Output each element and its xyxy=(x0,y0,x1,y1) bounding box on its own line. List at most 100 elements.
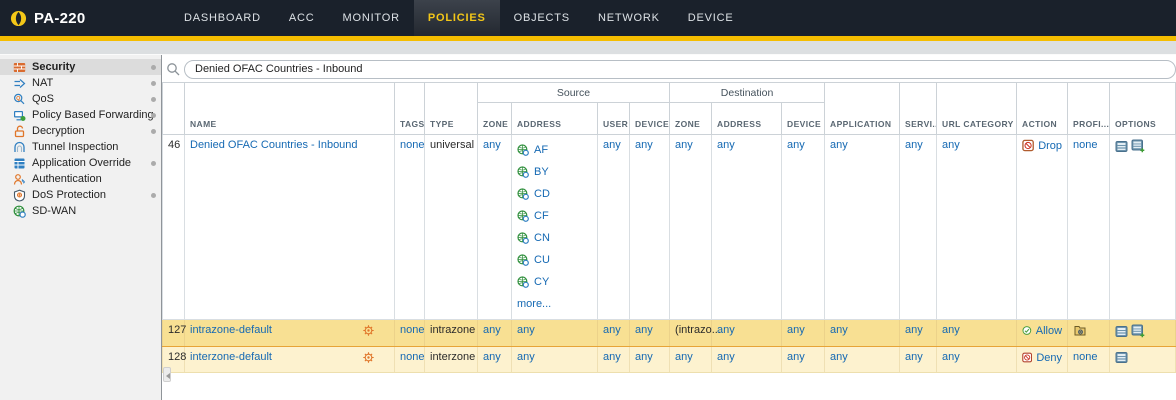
sidebar-item-authentication[interactable]: Authentication xyxy=(0,171,161,187)
top-navbar: PA-220 DASHBOARD ACC MONITOR POLICIES OB… xyxy=(0,0,1176,36)
col-header-tags[interactable]: TAGS xyxy=(395,83,425,135)
url-category-value[interactable]: any xyxy=(942,324,960,336)
nav-tab-objects[interactable]: OBJECTS xyxy=(500,0,584,36)
rule-search-input[interactable] xyxy=(184,60,1176,79)
sidebar-item-dos-protection[interactable]: DoS Protection xyxy=(0,187,161,203)
col-header-source-address[interactable]: ADDRESS xyxy=(512,103,598,135)
log-icon[interactable] xyxy=(1115,325,1128,338)
col-header-profile[interactable]: PROFI... xyxy=(1068,83,1110,135)
log-forward-icon[interactable] xyxy=(1131,324,1145,338)
table-row-rule-46: 46 Denied OFAC Countries - Inbound none … xyxy=(163,135,1176,320)
source-zone-value[interactable]: any xyxy=(483,324,501,336)
sidebar-item-tunnel-inspection[interactable]: Tunnel Inspection xyxy=(0,139,161,155)
log-icon[interactable] xyxy=(1115,140,1128,153)
source-address-value[interactable]: any xyxy=(517,351,535,363)
nav-tab-acc[interactable]: ACC xyxy=(275,0,329,36)
source-zone-value[interactable]: any xyxy=(483,139,501,151)
source-user-value[interactable]: any xyxy=(603,324,621,336)
action-cell[interactable]: Deny xyxy=(1022,351,1062,364)
sidebar-item-security[interactable]: Security xyxy=(0,59,161,75)
sidebar-item-qos[interactable]: Q QoS xyxy=(0,91,161,107)
nav-tab-network[interactable]: NETWORK xyxy=(584,0,674,36)
col-header-url-category[interactable]: URL CATEGORY xyxy=(937,83,1017,135)
dest-zone-value[interactable]: any xyxy=(675,351,693,363)
application-value[interactable]: any xyxy=(830,351,848,363)
rule-name-link[interactable]: Denied OFAC Countries - Inbound xyxy=(190,139,358,151)
profile-group-icon[interactable] xyxy=(1073,324,1087,337)
profile-value[interactable]: none xyxy=(1073,139,1097,151)
dest-address-value[interactable]: any xyxy=(717,351,735,363)
profile-value[interactable]: none xyxy=(1073,351,1097,363)
dest-zone-value: (intrazo... xyxy=(675,324,721,336)
tags-value[interactable]: none xyxy=(400,351,424,363)
dest-device-value[interactable]: any xyxy=(787,351,805,363)
sidebar-item-sd-wan[interactable]: SD-WAN xyxy=(0,203,161,219)
source-device-value[interactable]: any xyxy=(635,324,653,336)
nav-tab-policies[interactable]: POLICIES xyxy=(414,0,500,36)
action-cell[interactable]: Allow xyxy=(1022,324,1062,337)
sidebar-item-label: Security xyxy=(32,61,75,73)
region-label: CN xyxy=(534,232,550,244)
service-value[interactable]: any xyxy=(905,351,923,363)
tags-value[interactable]: none xyxy=(400,139,424,151)
application-value[interactable]: any xyxy=(830,139,848,151)
col-header-dest-zone[interactable]: ZONE xyxy=(670,103,712,135)
nav-tab-monitor[interactable]: MONITOR xyxy=(329,0,414,36)
source-device-value[interactable]: any xyxy=(635,351,653,363)
dest-address-value[interactable]: any xyxy=(717,139,735,151)
source-address-value[interactable]: any xyxy=(517,324,535,336)
log-forward-icon[interactable] xyxy=(1131,139,1145,153)
dest-device-value[interactable]: any xyxy=(787,324,805,336)
tags-value[interactable]: none xyxy=(400,324,424,336)
region-entry[interactable]: CN xyxy=(517,227,592,249)
col-header-type[interactable]: TYPE xyxy=(425,83,478,135)
decryption-icon xyxy=(13,125,26,138)
source-user-value[interactable]: any xyxy=(603,351,621,363)
col-header-options[interactable]: OPTIONS xyxy=(1110,83,1176,135)
application-value[interactable]: any xyxy=(830,324,848,336)
authentication-icon xyxy=(13,173,26,186)
region-entry[interactable]: AF xyxy=(517,139,592,161)
region-entry[interactable]: CU xyxy=(517,249,592,271)
rule-name-link[interactable]: interzone-default xyxy=(190,351,272,363)
source-user-value[interactable]: any xyxy=(603,139,621,151)
rule-name-link[interactable]: intrazone-default xyxy=(190,324,272,336)
dest-device-value[interactable]: any xyxy=(787,139,805,151)
source-device-value[interactable]: any xyxy=(635,139,653,151)
col-header-application[interactable]: APPLICATION xyxy=(825,83,900,135)
col-header-service[interactable]: SERVI... xyxy=(900,83,937,135)
col-header-action[interactable]: ACTION xyxy=(1017,83,1068,135)
table-row-rule-127: 127 intrazone-default none intrazone any… xyxy=(163,320,1176,347)
source-address-list: AF BY CD CF xyxy=(512,135,598,320)
sidebar-item-nat[interactable]: NAT xyxy=(0,75,161,91)
dest-zone-value[interactable]: any xyxy=(675,139,693,151)
url-category-value[interactable]: any xyxy=(942,351,960,363)
col-header-source-device[interactable]: DEVICE xyxy=(630,103,670,135)
nav-tab-device[interactable]: DEVICE xyxy=(674,0,748,36)
col-header-name[interactable]: NAME xyxy=(185,83,395,135)
dest-address-value[interactable]: any xyxy=(717,324,735,336)
sidebar-item-application-override[interactable]: Application Override xyxy=(0,155,161,171)
search-icon xyxy=(166,62,180,76)
gear-icon[interactable] xyxy=(362,324,375,337)
region-entry[interactable]: CF xyxy=(517,205,592,227)
col-header-source-zone[interactable]: ZONE xyxy=(478,103,512,135)
sidebar-item-decryption[interactable]: Decryption xyxy=(0,123,161,139)
source-zone-value[interactable]: any xyxy=(483,351,501,363)
sidebar-item-policy-based-forwarding[interactable]: Policy Based Forwarding xyxy=(0,107,161,123)
more-addresses-link[interactable]: more... xyxy=(517,293,592,315)
url-category-value[interactable]: any xyxy=(942,139,960,151)
region-entry[interactable]: CD xyxy=(517,183,592,205)
service-value[interactable]: any xyxy=(905,324,923,336)
service-value[interactable]: any xyxy=(905,139,923,151)
region-entry[interactable]: CY xyxy=(517,271,592,293)
col-header-dest-device[interactable]: DEVICE xyxy=(782,103,825,135)
action-cell[interactable]: Drop xyxy=(1022,139,1062,152)
nav-tab-dashboard[interactable]: DASHBOARD xyxy=(170,0,275,36)
log-icon[interactable] xyxy=(1115,351,1128,364)
col-header-dest-address[interactable]: ADDRESS xyxy=(712,103,782,135)
region-entry[interactable]: BY xyxy=(517,161,592,183)
col-header-source-user[interactable]: USER xyxy=(598,103,630,135)
gear-icon[interactable] xyxy=(362,351,375,364)
scrollbar-handle[interactable] xyxy=(163,367,171,382)
